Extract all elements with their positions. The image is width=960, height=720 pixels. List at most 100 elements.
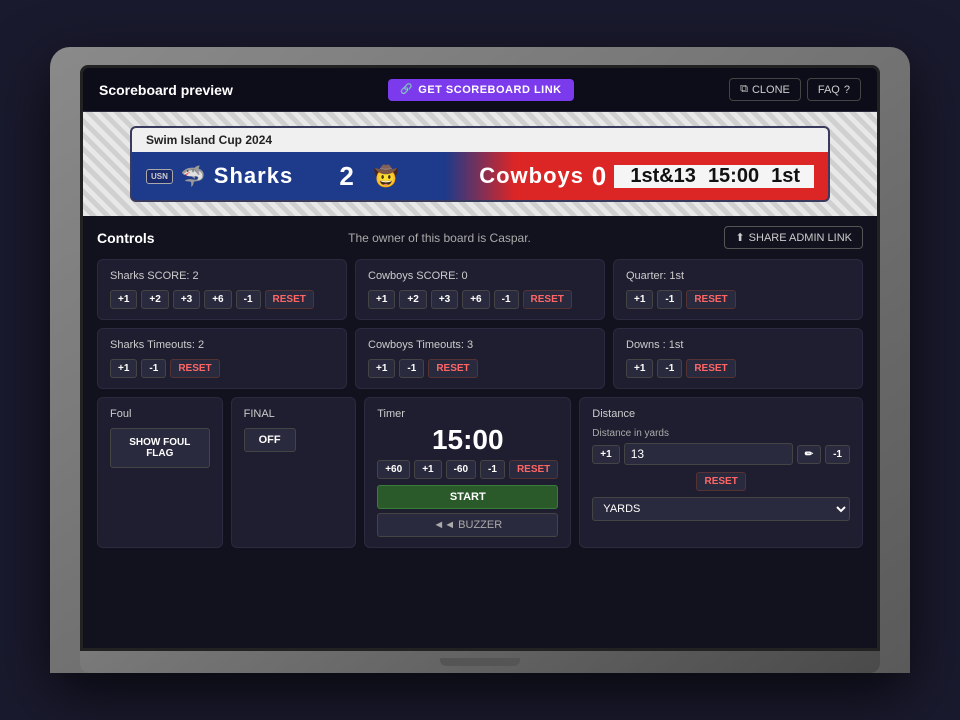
downs-plus1[interactable]: +1 — [626, 359, 653, 378]
show-foul-flag-button[interactable]: SHOW FOUL FLAG — [110, 428, 210, 468]
sharks-timeouts-plus1[interactable]: +1 — [110, 359, 137, 378]
sharks-score-plus3[interactable]: +3 — [173, 290, 200, 309]
distance-input[interactable] — [624, 443, 793, 465]
timer-buzzer-button[interactable]: ◄◄ BUZZER — [377, 513, 558, 537]
sharks-score-reset[interactable]: RESET — [265, 290, 314, 309]
quarter-buttons: +1 -1 RESET — [626, 290, 850, 309]
team-left: USN 🦈 Sharks — [146, 163, 332, 189]
quarter-label: Quarter: 1st — [626, 270, 850, 282]
down-distance: 1st&13 — [630, 165, 696, 188]
sharks-timeouts-label: Sharks Timeouts: 2 — [110, 339, 334, 351]
question-icon: ? — [844, 84, 850, 96]
sharks-timeouts-reset[interactable]: RESET — [170, 359, 219, 378]
distance-label: Distance — [592, 408, 850, 420]
sharks-score-plus2[interactable]: +2 — [141, 290, 168, 309]
cowboys-score-plus1[interactable]: +1 — [368, 290, 395, 309]
cowboys-timeouts-reset[interactable]: RESET — [428, 359, 477, 378]
scoreboard-title: Swim Island Cup 2024 — [132, 128, 828, 152]
team-right-logo: 🤠 — [374, 164, 399, 189]
distance-plus1[interactable]: +1 — [592, 445, 619, 464]
cowboys-timeouts-minus1[interactable]: -1 — [399, 359, 424, 378]
downs-buttons: +1 -1 RESET — [626, 359, 850, 378]
cowboys-timeouts-buttons: +1 -1 RESET — [368, 359, 592, 378]
team-left-name: Sharks — [214, 163, 293, 189]
team-right-score: 0 — [584, 161, 614, 192]
game-info: 1st&13 15:00 1st — [614, 165, 814, 188]
cowboys-score-label: Cowboys SCORE: 0 — [368, 270, 592, 282]
team-right: Cowboys — [398, 163, 584, 189]
cowboys-score-buttons: +1 +2 +3 +6 -1 RESET — [368, 290, 592, 309]
downs-label: Downs : 1st — [626, 339, 850, 351]
timer-reset[interactable]: RESET — [509, 460, 558, 479]
timer-minus1[interactable]: -1 — [480, 460, 505, 479]
final-toggle-button[interactable]: OFF — [244, 428, 296, 452]
sharks-timeouts-buttons: +1 -1 RESET — [110, 359, 334, 378]
quarter-plus1[interactable]: +1 — [626, 290, 653, 309]
sharks-score-minus1[interactable]: -1 — [236, 290, 261, 309]
scoreboard-card: Swim Island Cup 2024 USN 🦈 Sharks 2 🤠 Co… — [130, 126, 830, 202]
foul-label: Foul — [110, 408, 210, 420]
scoreboard-main: USN 🦈 Sharks 2 🤠 Cowboys 0 — [132, 152, 828, 200]
controls-title: Controls — [97, 230, 155, 246]
sharks-score-label: Sharks SCORE: 2 — [110, 270, 334, 282]
share-admin-link-button[interactable]: ⬆ SHARE ADMIN LINK — [724, 226, 863, 249]
controls-header: Controls The owner of this board is Casp… — [97, 226, 863, 249]
distance-minus1[interactable]: -1 — [825, 445, 850, 464]
sharks-score-buttons: +1 +2 +3 +6 -1 RESET — [110, 290, 334, 309]
timer-start-button[interactable]: START — [377, 485, 558, 509]
controls-section: Controls The owner of this board is Casp… — [83, 216, 877, 558]
timer-display: 15:00 — [377, 424, 558, 456]
final-card: FINAL OFF — [231, 397, 357, 548]
quarter-minus1[interactable]: -1 — [657, 290, 682, 309]
distance-reset[interactable]: RESET — [696, 472, 745, 491]
cowboys-score-card: Cowboys SCORE: 0 +1 +2 +3 +6 -1 RESET — [355, 259, 605, 320]
clone-icon: ⧉ — [740, 83, 748, 96]
clone-button[interactable]: ⧉ CLONE — [729, 78, 801, 101]
controls-grid-bottom: Foul SHOW FOUL FLAG FINAL OFF Timer 15:0… — [97, 397, 863, 548]
cowboys-timeouts-card: Cowboys Timeouts: 3 +1 -1 RESET — [355, 328, 605, 389]
distance-card: Distance Distance in yards +1 ✏ -1 RESET — [579, 397, 863, 548]
final-label: FINAL — [244, 408, 344, 420]
header-right: ⧉ CLONE FAQ ? — [729, 78, 861, 101]
distance-edit-icon[interactable]: ✏ — [797, 445, 821, 464]
sharks-score-card: Sharks SCORE: 2 +1 +2 +3 +6 -1 RESET — [97, 259, 347, 320]
sharks-timeouts-minus1[interactable]: -1 — [141, 359, 166, 378]
foul-card: Foul SHOW FOUL FLAG — [97, 397, 223, 548]
distance-sub-label: Distance in yards — [592, 428, 850, 439]
quarter-card: Quarter: 1st +1 -1 RESET — [613, 259, 863, 320]
distance-input-row: +1 ✏ -1 — [592, 443, 850, 465]
sharks-score-plus6[interactable]: +6 — [204, 290, 231, 309]
cowboys-timeouts-label: Cowboys Timeouts: 3 — [368, 339, 592, 351]
cowboys-score-plus6[interactable]: +6 — [462, 290, 489, 309]
timer-plus1[interactable]: +1 — [414, 460, 441, 479]
timer-plus60[interactable]: +60 — [377, 460, 410, 479]
timer-minus60[interactable]: -60 — [446, 460, 476, 479]
sharks-timeouts-card: Sharks Timeouts: 2 +1 -1 RESET — [97, 328, 347, 389]
laptop-notch — [440, 658, 520, 666]
faq-button[interactable]: FAQ ? — [807, 78, 861, 101]
downs-minus1[interactable]: -1 — [657, 359, 682, 378]
distance-unit-select[interactable]: YARDS METERS FEET — [592, 497, 850, 521]
cowboys-score-reset[interactable]: RESET — [523, 290, 572, 309]
game-time: 15:00 — [708, 165, 759, 188]
app-title: Scoreboard preview — [99, 82, 233, 98]
laptop-base — [80, 651, 880, 673]
app-header: Scoreboard preview GET SCOREBOARD LINK ⧉… — [83, 68, 877, 112]
cowboys-score-plus2[interactable]: +2 — [399, 290, 426, 309]
cowboys-score-plus3[interactable]: +3 — [431, 290, 458, 309]
get-scoreboard-link-button[interactable]: GET SCOREBOARD LINK — [388, 79, 573, 101]
timer-label: Timer — [377, 408, 558, 420]
downs-reset[interactable]: RESET — [686, 359, 735, 378]
controls-owner: The owner of this board is Caspar. — [348, 231, 531, 245]
quarter-reset[interactable]: RESET — [686, 290, 735, 309]
team-left-score: 2 — [332, 161, 362, 192]
controls-grid-top: Sharks SCORE: 2 +1 +2 +3 +6 -1 RESET Cow… — [97, 259, 863, 389]
downs-card: Downs : 1st +1 -1 RESET — [613, 328, 863, 389]
scoreboard-preview-area: Swim Island Cup 2024 USN 🦈 Sharks 2 🤠 Co… — [83, 112, 877, 216]
cowboys-score-minus1[interactable]: -1 — [494, 290, 519, 309]
sharks-score-plus1[interactable]: +1 — [110, 290, 137, 309]
share-icon: ⬆ — [735, 231, 744, 244]
cowboys-timeouts-plus1[interactable]: +1 — [368, 359, 395, 378]
game-quarter: 1st — [771, 165, 800, 188]
team-right-name: Cowboys — [479, 163, 584, 189]
